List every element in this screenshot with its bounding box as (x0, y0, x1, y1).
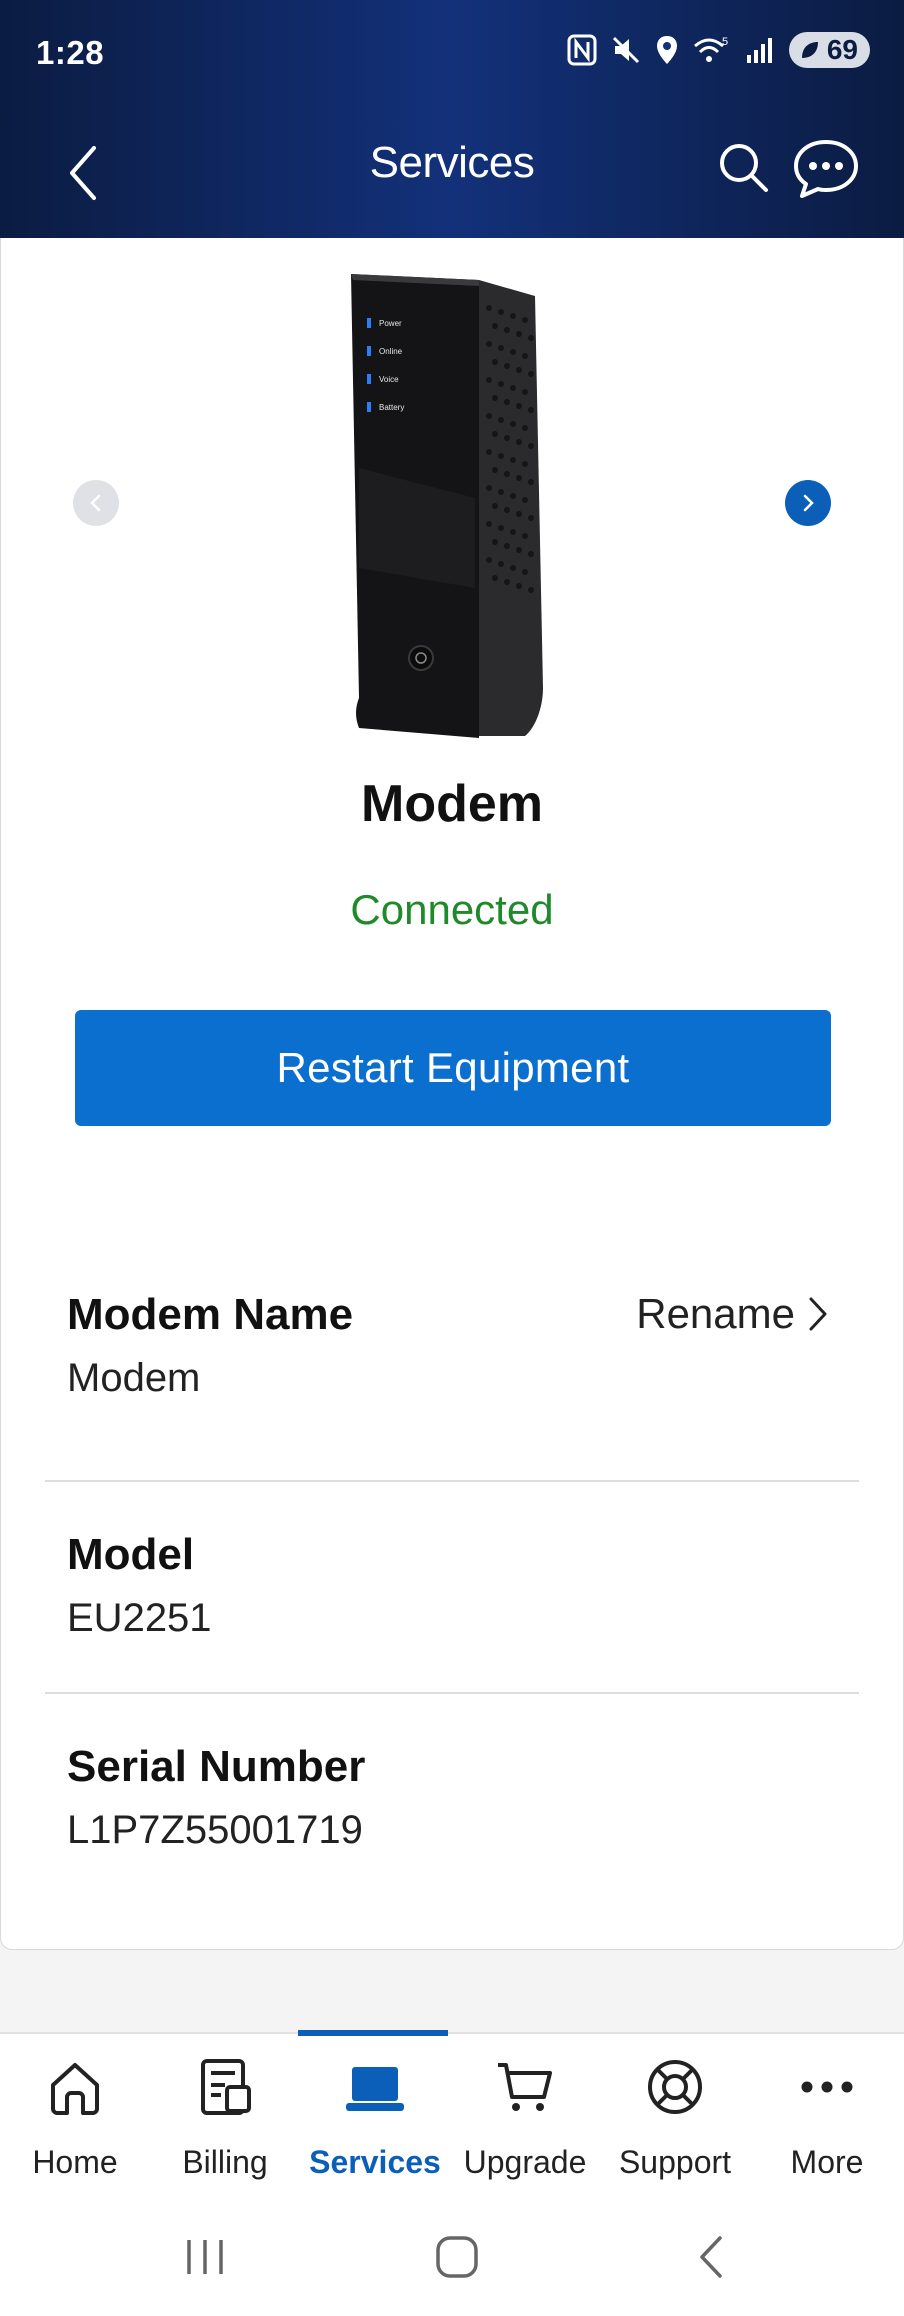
divider (45, 1692, 859, 1694)
serial-number-value: L1P7Z55001719 (67, 1808, 363, 1852)
model-row: Model EU2251 (45, 1530, 859, 1650)
connection-status: Connected (350, 886, 554, 933)
led-label-battery: Battery (379, 403, 404, 412)
recent-apps-button[interactable] (180, 2232, 230, 2287)
app-header: 1:28 5 69 Services (0, 0, 904, 238)
home-square-icon (436, 2236, 478, 2278)
modem-name-value: Modem (67, 1356, 201, 1400)
status-icons: 5 69 (567, 32, 870, 68)
rename-link[interactable]: Rename (636, 1290, 829, 1338)
mute-icon (612, 36, 639, 64)
tab-label: Upgrade (463, 2144, 587, 2180)
divider (45, 1480, 859, 1482)
battery-indicator: 69 (788, 32, 870, 68)
signal-icon (746, 38, 772, 63)
chevron-right-icon (809, 1297, 827, 1331)
cart-icon (498, 2063, 552, 2111)
laptop-icon (346, 2067, 404, 2111)
tab-label: Billing (182, 2144, 268, 2180)
tab-label: Support (618, 2144, 732, 2180)
tab-upgrade[interactable]: Upgrade (450, 2034, 600, 2206)
restart-equipment-button[interactable]: Restart Equipment (75, 1010, 831, 1126)
svg-text:5: 5 (722, 36, 728, 48)
chevron-right-icon (803, 494, 814, 512)
led-label-voice: Voice (379, 375, 399, 384)
more-dots-icon (801, 2081, 853, 2093)
location-icon (656, 36, 677, 64)
bill-icon (201, 2059, 251, 2115)
tab-home[interactable]: Home (0, 2034, 150, 2206)
status-time: 1:28 (36, 34, 105, 71)
tab-support[interactable]: Support (600, 2034, 750, 2206)
carousel-prev-button[interactable] (73, 480, 119, 526)
model-value: EU2251 (67, 1596, 212, 1640)
system-nav-bar (0, 2204, 904, 2316)
carousel-next-button[interactable] (785, 480, 831, 526)
chat-button[interactable] (790, 134, 862, 202)
tab-billing[interactable]: Billing (150, 2034, 300, 2206)
led-label-online: Online (379, 347, 403, 356)
led-label-power: Power (379, 319, 402, 328)
tab-services[interactable]: Services (300, 2034, 450, 2206)
nav-bar: Services (0, 110, 904, 238)
home-icon (51, 2063, 99, 2115)
modem-name-label: Modem Name (67, 1290, 354, 1339)
serial-number-row: Serial Number L1P7Z55001719 (45, 1742, 859, 1862)
nfc-icon (567, 34, 597, 66)
leaf-icon (801, 42, 818, 58)
wifi-icon: 5 (693, 36, 728, 62)
tab-more[interactable]: More (752, 2034, 902, 2206)
chat-icon (794, 140, 858, 198)
modem-name-row: Modem Name Modem Rename (45, 1290, 859, 1420)
device-card: Power Online Voice Battery Modem Connect… (0, 238, 904, 1950)
serial-number-label: Serial Number (67, 1742, 366, 1791)
home-button[interactable] (432, 2232, 482, 2287)
tab-label: More (790, 2144, 864, 2180)
device-title: Modem (361, 775, 543, 833)
bottom-tab-bar: Home Billing Services Upgrade Support Mo… (0, 2030, 904, 2206)
system-back-icon (700, 2236, 722, 2278)
system-back-button[interactable] (686, 2232, 736, 2287)
modem-image: Power Online Voice Battery (351, 274, 543, 738)
model-label: Model (67, 1530, 195, 1579)
recent-apps-icon (187, 2240, 223, 2274)
status-bar: 1:28 5 69 (0, 0, 904, 110)
search-button[interactable] (712, 136, 776, 200)
rename-label: Rename (636, 1290, 795, 1337)
lifebuoy-icon (648, 2060, 702, 2114)
search-icon (720, 144, 768, 192)
tab-label: Home (32, 2144, 118, 2180)
tab-label: Services (309, 2144, 441, 2180)
battery-level: 69 (826, 34, 858, 65)
chevron-left-icon (90, 494, 101, 512)
